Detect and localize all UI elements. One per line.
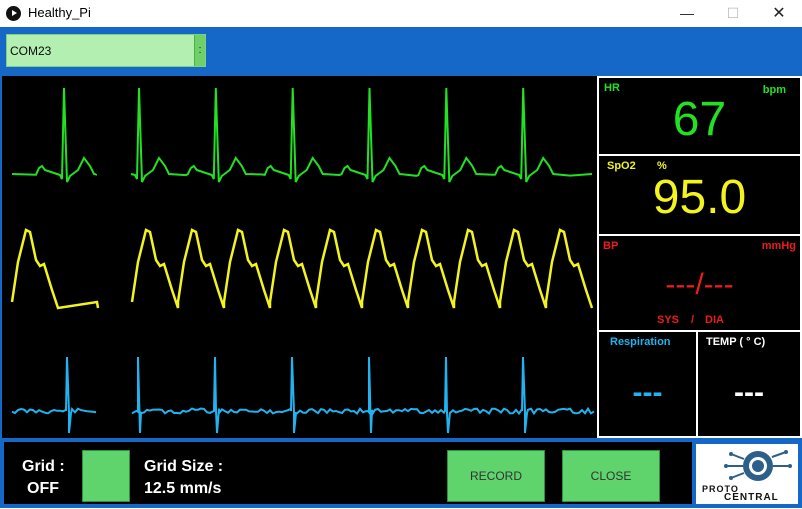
ppg-waveform-right: [130, 228, 594, 309]
close-window-button[interactable]: ✕: [756, 0, 802, 27]
maximize-button[interactable]: ☐: [710, 0, 756, 27]
spo2-value: 95.0: [652, 171, 747, 224]
grid-size-label: Grid Size :: [144, 458, 224, 475]
com-port-select[interactable]: COM23 :: [6, 34, 206, 67]
waveform-area: [0, 76, 597, 438]
grid-state: OFF: [27, 480, 59, 497]
close-button[interactable]: CLOSE: [562, 450, 660, 502]
temperature-label: TEMP ( ° C): [706, 336, 766, 348]
bp-slash: /: [691, 314, 695, 326]
respiration-panel: Respiration ---: [597, 330, 698, 438]
app-play-icon: [6, 6, 21, 21]
minimize-button[interactable]: —: [664, 0, 710, 27]
control-bar: Grid : OFF Grid Size : 12.5 mm/s RECORD …: [0, 438, 802, 508]
bp-unit: mmHg: [761, 240, 796, 252]
com-port-dropdown-handle[interactable]: :: [194, 35, 205, 66]
resp-waveform-left: [11, 356, 97, 434]
ecg-waveform-left: [11, 87, 97, 183]
bp-sys-label: SYS: [657, 314, 680, 326]
respiration-label: Respiration: [610, 336, 671, 348]
bp-label: BP: [603, 240, 619, 252]
waveform-svg: [10, 87, 595, 434]
hr-value: 67: [672, 93, 727, 146]
grid-size-value: 12.5 mm/s: [144, 480, 222, 497]
vitals-panel: HR bpm 67 SpO2 % 95.0 BP mmHg ---/--- SY…: [597, 76, 802, 438]
grid-label: Grid :: [22, 458, 65, 475]
ppg-waveform-left: [10, 228, 100, 310]
logo-text-central: CENTRAL: [724, 492, 779, 503]
grid-toggle-button[interactable]: [82, 450, 130, 502]
bp-dia-label: DIA: [705, 314, 724, 326]
protocentral-logo: PROTO CENTRAL: [696, 444, 798, 504]
top-bar: COM23 :: [0, 27, 802, 76]
record-button[interactable]: RECORD: [447, 450, 545, 502]
ecg-waveform-right: [130, 87, 593, 183]
temperature-panel: TEMP ( ° C) ---: [696, 330, 802, 438]
com-port-value: COM23: [10, 44, 52, 58]
temperature-value: ---: [734, 376, 764, 409]
title-bar: Healthy_Pi — ☐ ✕: [0, 0, 802, 27]
hr-panel: HR bpm 67: [597, 76, 802, 156]
spo2-panel: SpO2 % 95.0: [597, 154, 802, 236]
bp-panel: BP mmHg ---/--- SYS / DIA: [597, 234, 802, 332]
window-title: Healthy_Pi: [28, 5, 91, 20]
control-panel: Grid : OFF Grid Size : 12.5 mm/s RECORD …: [4, 442, 692, 504]
bp-value: ---/---: [665, 268, 734, 301]
resp-waveform-right: [131, 356, 595, 434]
respiration-value: ---: [632, 376, 663, 409]
